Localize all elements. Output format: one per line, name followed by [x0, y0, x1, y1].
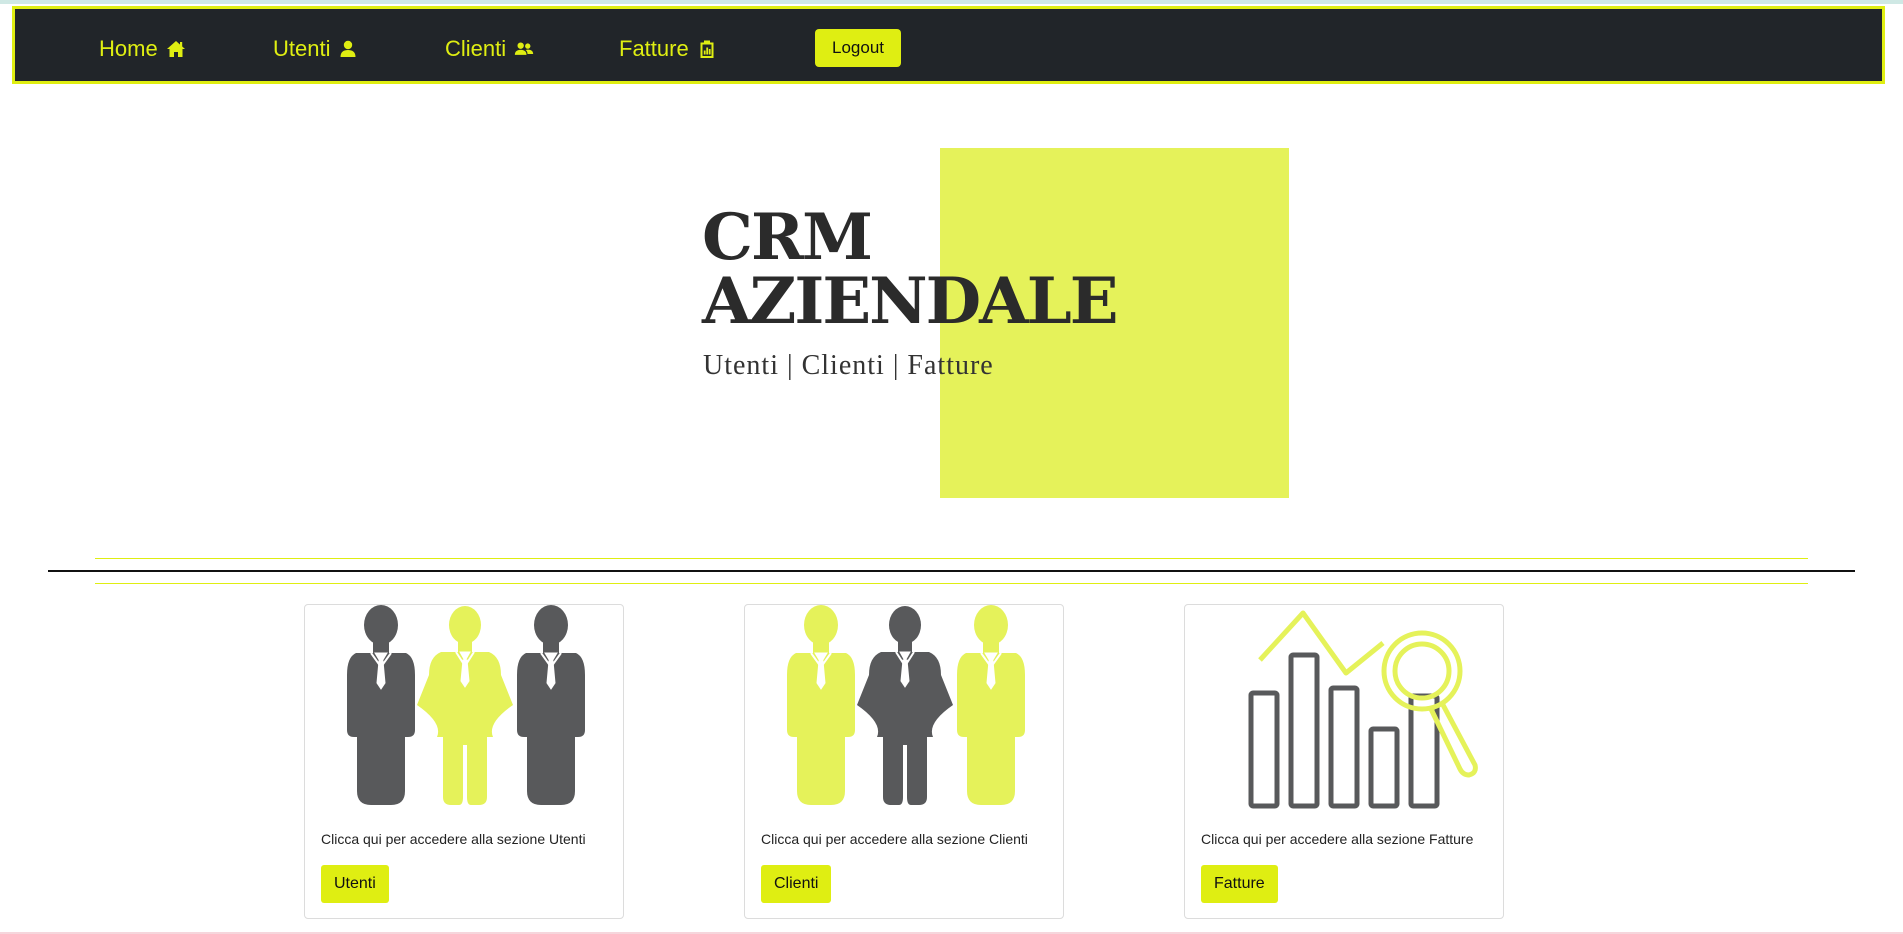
user-icon	[340, 40, 356, 57]
card-utenti: Clicca qui per accedere alla sezione Ute…	[304, 604, 624, 919]
top-strip	[0, 0, 1903, 4]
nav-item-label: Clienti	[445, 36, 507, 61]
divider-yellow-top	[95, 558, 1808, 559]
team-users-illustration	[347, 605, 585, 805]
invoice-analytics-illustration	[1248, 610, 1478, 809]
clipboard-chart-icon	[700, 40, 714, 58]
fatture-button[interactable]: Fatture	[1201, 865, 1278, 903]
card-description: Clicca qui per accedere alla sezione Fat…	[1201, 831, 1474, 847]
nav-item-label: Fatture	[619, 36, 689, 61]
card-clienti: Clicca qui per accedere alla sezione Cli…	[744, 604, 1064, 919]
team-clients-illustration	[787, 605, 1025, 805]
card-description: Clicca qui per accedere alla sezione Ute…	[321, 831, 586, 847]
card-fatture: Clicca qui per accedere alla sezione Fat…	[1184, 604, 1504, 919]
page-title-line-2: AZIENDALE	[702, 264, 1119, 339]
utenti-button[interactable]: Utenti	[321, 865, 389, 903]
card-description: Clicca qui per accedere alla sezione Cli…	[761, 831, 1028, 847]
page-title: CRM AZIENDALE	[702, 206, 1119, 334]
users-icon	[514, 42, 534, 55]
nav-item-fatture[interactable]: Fatture	[619, 36, 717, 62]
home-icon	[166, 41, 185, 57]
nav-item-utenti[interactable]: Utenti	[273, 36, 358, 62]
divider-yellow-bottom	[95, 583, 1808, 584]
divider-dark	[48, 570, 1855, 572]
navbar: Home Utenti Clienti Fatture Logout	[12, 6, 1885, 84]
nav-item-label: Home	[99, 36, 158, 61]
nav-item-clienti[interactable]: Clienti	[445, 36, 534, 62]
clienti-button[interactable]: Clienti	[761, 865, 832, 903]
page-subtitle: Utenti | Clienti | Fatture	[703, 350, 994, 381]
nav-item-home[interactable]: Home	[99, 36, 186, 62]
logout-button[interactable]: Logout	[815, 29, 901, 67]
nav-item-label: Utenti	[273, 36, 331, 61]
